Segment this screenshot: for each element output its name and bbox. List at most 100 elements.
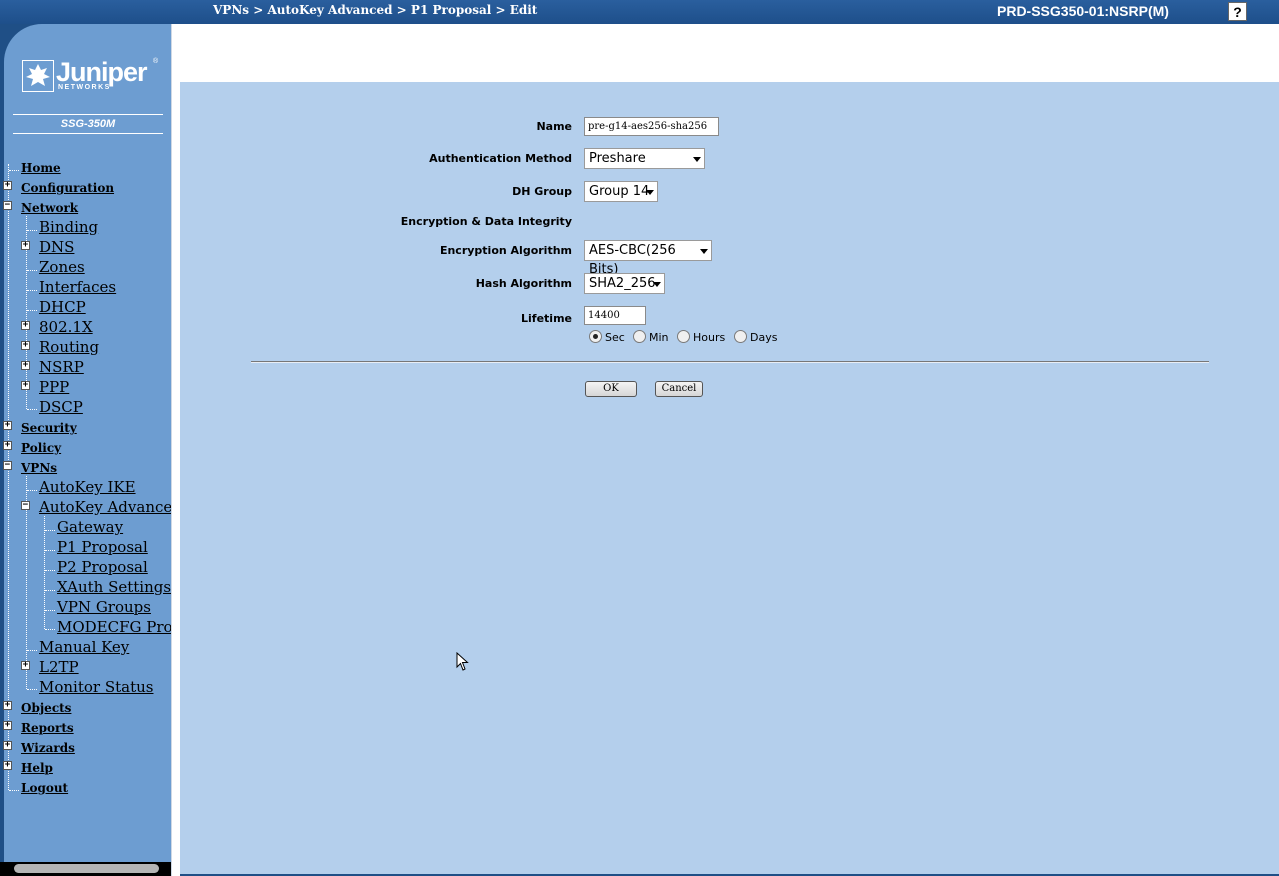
lifetime-unit-days-radio[interactable] (734, 330, 747, 343)
expand-icon[interactable]: + (21, 341, 30, 350)
lifetime-unit-min-radio[interactable] (633, 330, 646, 343)
nav-horizontal-scrollbar[interactable] (0, 862, 180, 876)
tree-line (27, 409, 37, 410)
tree-line (27, 310, 37, 311)
p1-proposal-edit-form: Name pre-g14-aes256-sha256 Authenticatio… (180, 82, 1279, 874)
nav-reports[interactable]: Reports (21, 721, 74, 735)
nav-tree: Home + Configuration − Network Binding +… (0, 24, 196, 862)
encryption-algorithm-label: Encryption Algorithm (439, 244, 572, 257)
frame-divider[interactable] (171, 24, 180, 876)
lifetime-input[interactable]: 14400 (584, 306, 646, 325)
nav-network[interactable]: Network (21, 201, 78, 215)
nav-gateway[interactable]: Gateway (57, 518, 123, 536)
collapse-icon[interactable]: − (3, 461, 12, 470)
collapse-icon[interactable]: − (21, 501, 30, 510)
nav-home[interactable]: Home (21, 161, 61, 175)
chevron-down-icon (693, 157, 701, 162)
nav-dscp[interactable]: DSCP (39, 398, 83, 416)
nav-objects[interactable]: Objects (21, 701, 71, 715)
chevron-down-icon (653, 282, 661, 287)
lifetime-unit-hours-label: Hours (693, 331, 726, 344)
dh-group-select[interactable]: Group 14 (584, 181, 658, 202)
tree-line (8, 164, 9, 790)
lifetime-unit-hours-radio[interactable] (677, 330, 690, 343)
encryption-algorithm-select[interactable]: AES-CBC(256 Bits) (584, 240, 712, 277)
nav-nsrp[interactable]: NSRP (39, 358, 84, 376)
nav-xauth-settings[interactable]: XAuth Settings (57, 578, 171, 596)
nav-policy[interactable]: Policy (21, 441, 61, 455)
auth-method-value: Preshare (589, 151, 646, 166)
main-header-area (180, 24, 1279, 82)
lifetime-label: Lifetime (521, 312, 572, 325)
nav-vpns[interactable]: VPNs (21, 461, 57, 475)
nav-dhcp[interactable]: DHCP (39, 298, 86, 316)
expand-icon[interactable]: + (21, 361, 30, 370)
nav-interfaces[interactable]: Interfaces (39, 278, 116, 296)
tree-line (27, 230, 37, 231)
nav-802-1x[interactable]: 802.1X (39, 318, 93, 336)
lifetime-unit-sec-radio[interactable] (589, 330, 602, 343)
expand-icon[interactable]: + (3, 741, 12, 750)
nav-ppp[interactable]: PPP (39, 378, 69, 396)
nav-manual-key[interactable]: Manual Key (39, 638, 129, 656)
expand-icon[interactable]: + (21, 661, 30, 670)
collapse-icon[interactable]: − (3, 201, 12, 210)
form-divider (251, 361, 1209, 363)
hash-algorithm-select[interactable]: SHA2_256 (584, 273, 665, 294)
lifetime-unit-days-label: Days (750, 331, 778, 344)
tree-line (27, 689, 37, 690)
expand-icon[interactable]: + (21, 241, 30, 250)
tree-line (9, 790, 19, 791)
expand-icon[interactable]: + (3, 701, 12, 710)
expand-icon[interactable]: + (21, 381, 30, 390)
nav-binding[interactable]: Binding (39, 218, 98, 236)
name-label: Name (536, 120, 572, 133)
lifetime-unit-sec-label: Sec (605, 331, 625, 344)
chevron-down-icon (646, 190, 654, 195)
nav-p2-proposal[interactable]: P2 Proposal (57, 558, 148, 576)
breadcrumb: VPNs > AutoKey Advanced > P1 Proposal > … (213, 3, 538, 17)
nav-dns[interactable]: DNS (39, 238, 74, 256)
scrollbar-thumb[interactable] (14, 864, 159, 873)
help-button[interactable]: ? (1228, 2, 1247, 21)
encryption-algorithm-value: AES-CBC(256 Bits) (589, 243, 676, 277)
lifetime-unit-min-label: Min (649, 331, 669, 344)
device-title: PRD-SSG350-01:NSRP(M) (997, 3, 1169, 19)
nav-monitor-status[interactable]: Monitor Status (39, 678, 153, 696)
expand-icon[interactable]: + (21, 321, 30, 330)
encryption-section-label: Encryption & Data Integrity (400, 215, 572, 228)
name-input[interactable]: pre-g14-aes256-sha256 (584, 117, 719, 136)
cancel-button[interactable]: Cancel (655, 381, 703, 397)
expand-icon[interactable]: + (3, 761, 12, 770)
expand-icon[interactable]: + (3, 421, 12, 430)
nav-routing[interactable]: Routing (39, 338, 99, 356)
nav-wizards[interactable]: Wizards (21, 741, 75, 755)
auth-method-label: Authentication Method (429, 152, 572, 165)
ok-button[interactable]: OK (585, 381, 637, 397)
expand-icon[interactable]: + (3, 441, 12, 450)
nav-zones[interactable]: Zones (39, 258, 85, 276)
nav-p1-proposal[interactable]: P1 Proposal (57, 538, 148, 556)
nav-configuration[interactable]: Configuration (21, 181, 114, 195)
hash-algorithm-value: SHA2_256 (589, 276, 656, 291)
nav-l2tp[interactable]: L2TP (39, 658, 79, 676)
nav-autokey-advanced[interactable]: AutoKey Advanced (39, 498, 182, 516)
tree-line (44, 516, 45, 629)
nav-help[interactable]: Help (21, 761, 53, 775)
nav-autokey-ike[interactable]: AutoKey IKE (39, 478, 136, 496)
dh-group-label: DH Group (512, 185, 572, 198)
tree-line (45, 570, 55, 571)
tree-line (27, 650, 37, 651)
nav-vpn-groups[interactable]: VPN Groups (57, 598, 151, 616)
auth-method-select[interactable]: Preshare (584, 148, 705, 169)
expand-icon[interactable]: + (3, 721, 12, 730)
mouse-cursor-icon (456, 652, 469, 671)
tree-line (45, 610, 55, 611)
tree-line (27, 270, 37, 271)
tree-line (27, 490, 37, 491)
expand-icon[interactable]: + (3, 181, 12, 190)
hash-algorithm-label: Hash Algorithm (475, 277, 572, 290)
nav-security[interactable]: Security (21, 421, 77, 435)
left-nav-panel: Juniper ® NETWORKS SSG-350M Home + Confi… (0, 24, 196, 876)
nav-logout[interactable]: Logout (21, 781, 68, 795)
